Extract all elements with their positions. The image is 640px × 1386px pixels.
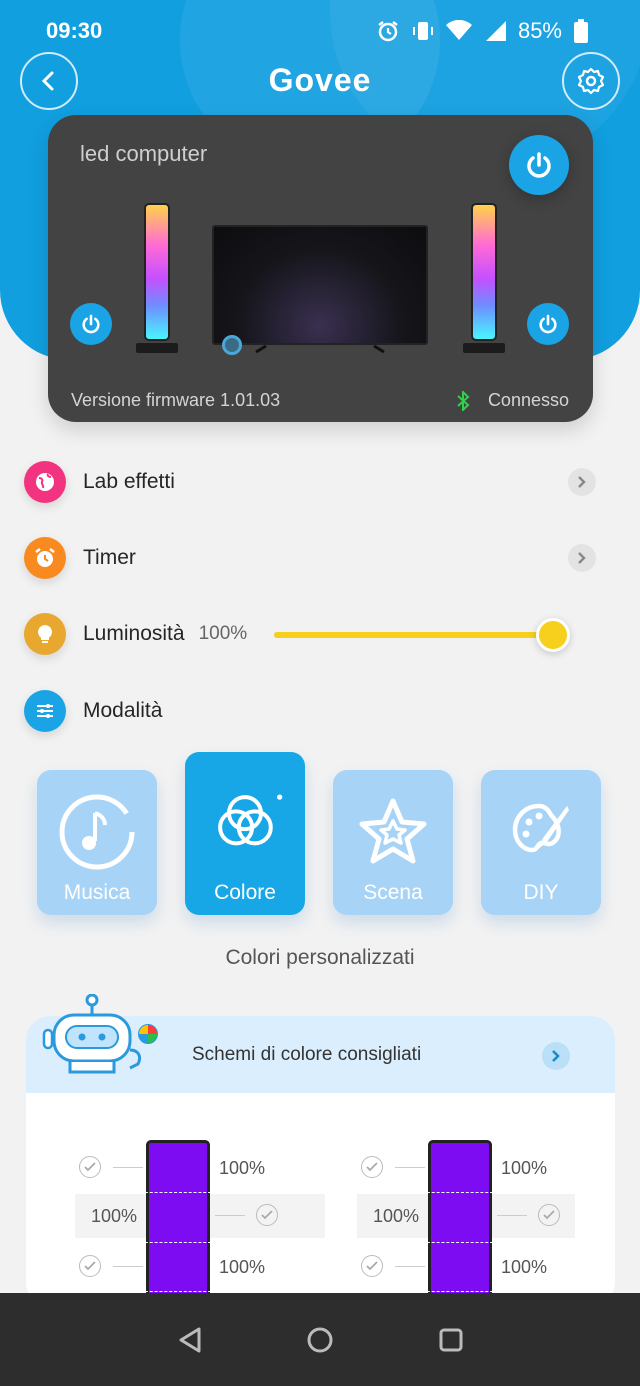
- chevron-right-icon: [568, 544, 596, 572]
- music-note-icon: [57, 792, 137, 872]
- alarm-clock-icon: [24, 537, 66, 579]
- light-strip-handle[interactable]: [222, 335, 242, 355]
- monitor-stand: [255, 345, 385, 353]
- chevron-right-icon[interactable]: [542, 1042, 570, 1070]
- scheme-color-bar: [428, 1140, 492, 1310]
- right-power-button[interactable]: [527, 303, 569, 345]
- left-light-bar: [144, 203, 170, 341]
- govee-logo: Govee: [268, 62, 372, 98]
- power-icon: [539, 314, 557, 334]
- brightness-slider-fill: [274, 632, 570, 638]
- left-light-base: [136, 343, 178, 353]
- firmware-version: Versione firmware 1.01.03: [71, 390, 281, 410]
- mode-label: Modalità: [83, 699, 163, 722]
- circle-home-icon: [307, 1327, 333, 1353]
- mode-color-label: Colore: [214, 881, 276, 904]
- power-icon: [82, 314, 100, 334]
- mode-diy-card[interactable]: DIY: [481, 770, 601, 915]
- vibrate-icon: [412, 22, 433, 40]
- timer-row[interactable]: Timer: [24, 536, 604, 580]
- nav-recents-button[interactable]: [436, 1325, 466, 1355]
- mode-row: Modalità: [24, 689, 604, 733]
- scheme-mid-percent: 100%: [91, 1206, 138, 1226]
- brightness-value: 100%: [198, 623, 248, 644]
- check-circle-icon[interactable]: [256, 1204, 278, 1226]
- status-icons: 85%: [376, 18, 588, 44]
- star-icon: [353, 792, 433, 872]
- gear-icon: [577, 67, 605, 95]
- bulb-icon: [24, 613, 66, 655]
- mode-color-card[interactable]: Colore: [185, 752, 305, 915]
- battery-percent: 85%: [517, 18, 562, 43]
- brightness-slider[interactable]: [274, 618, 570, 652]
- mode-music-card[interactable]: Musica: [37, 770, 157, 915]
- bluetooth-icon: [457, 390, 470, 411]
- square-recents-icon: [439, 1328, 463, 1352]
- triangle-back-icon: [179, 1327, 201, 1353]
- custom-colors-title: Colori personalizzati: [225, 946, 415, 969]
- brightness-row: Luminosità 100%: [24, 612, 604, 656]
- color-scheme-2[interactable]: 100% 100% 100%: [357, 1138, 597, 1310]
- mode-music-label: Musica: [63, 881, 131, 904]
- mode-scene-label: Scena: [363, 881, 423, 904]
- nav-home-button[interactable]: [305, 1325, 335, 1355]
- right-light-base: [463, 343, 505, 353]
- timer-label: Timer: [83, 546, 136, 569]
- scheme-bottom-percent: 100%: [219, 1257, 266, 1277]
- check-circle-icon[interactable]: [361, 1156, 383, 1178]
- globe-icon: [24, 461, 66, 503]
- scheme-top-percent: 100%: [219, 1158, 266, 1178]
- left-power-button[interactable]: [70, 303, 112, 345]
- check-circle-icon[interactable]: [538, 1204, 560, 1226]
- signal-icon: [485, 21, 506, 41]
- settings-button[interactable]: [562, 52, 620, 110]
- device-card: led computer Versione firmware 1.01.03 C…: [48, 115, 593, 422]
- connection-label: Connesso: [487, 390, 569, 410]
- palette-brush-icon: [501, 792, 581, 872]
- status-time: 09:30: [46, 18, 103, 43]
- color-scheme-1[interactable]: 100% 100% 100%: [75, 1138, 325, 1310]
- effects-lab-label: Lab effetti: [83, 470, 175, 493]
- main-power-button[interactable]: [509, 135, 569, 195]
- brightness-slider-thumb[interactable]: [536, 618, 570, 652]
- check-circle-icon[interactable]: [361, 1255, 383, 1277]
- device-name: led computer: [80, 141, 208, 166]
- mode-scene-card[interactable]: Scena: [333, 770, 453, 915]
- scheme-color-bar: [146, 1140, 210, 1310]
- right-light-bar: [471, 203, 497, 341]
- color-circles-icon: [205, 782, 285, 862]
- connection-status: Connesso: [456, 390, 569, 411]
- chevron-right-icon: [568, 468, 596, 496]
- status-bar: 09:30 85%: [0, 0, 640, 60]
- monitor-illustration: [212, 225, 428, 345]
- check-circle-icon[interactable]: [79, 1255, 101, 1277]
- scheme-top-percent: 100%: [501, 1158, 548, 1178]
- robot-mascot-icon: [42, 994, 158, 1074]
- effects-lab-row[interactable]: Lab effetti: [24, 460, 604, 504]
- check-circle-icon[interactable]: [79, 1156, 101, 1178]
- scheme-bottom-percent: 100%: [501, 1257, 548, 1277]
- alarm-icon: [378, 21, 398, 42]
- battery-icon: [574, 19, 588, 43]
- system-nav-bar: [0, 1293, 640, 1386]
- nav-back-button[interactable]: [175, 1325, 205, 1355]
- mode-diy-label: DIY: [523, 881, 559, 904]
- scheme-mid-percent: 100%: [373, 1206, 420, 1226]
- power-icon: [527, 152, 551, 178]
- sliders-icon: [24, 690, 66, 732]
- wifi-icon: [445, 20, 472, 40]
- recommended-title: Schemi di colore consigliati: [192, 1044, 422, 1065]
- brightness-label: Luminosità: [83, 622, 185, 645]
